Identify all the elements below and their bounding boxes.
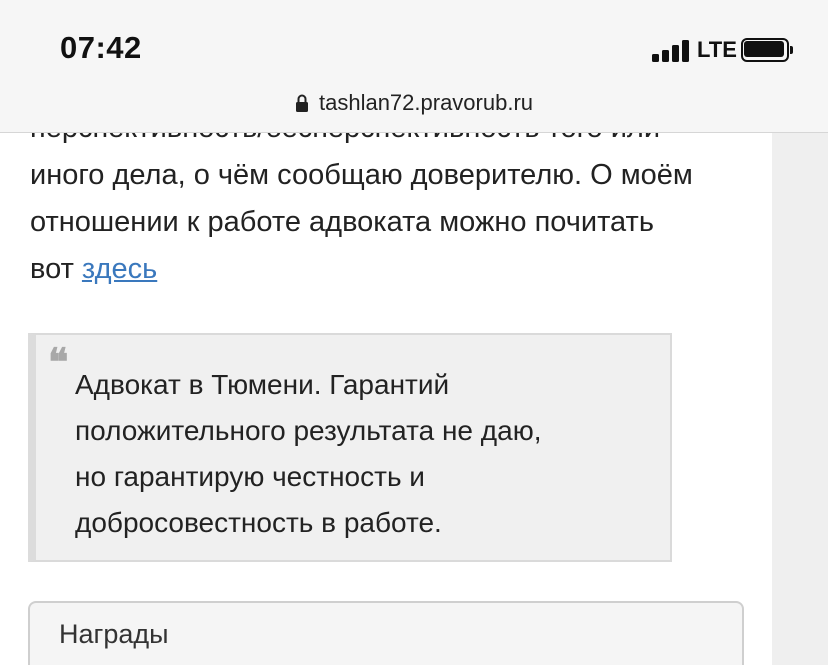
quote-line: добросовестность в работе. [75, 507, 442, 538]
status-time: 07:42 [60, 30, 142, 65]
url-text[interactable]: tashlan72.pravorub.ru [319, 90, 533, 116]
network-type: LTE [697, 37, 737, 62]
quote-line: Адвокат в Тюмени. Гарантий [75, 369, 450, 400]
awards-title: Награды [59, 619, 169, 649]
quote-block: ❝ Адвокат в Тюмени. Гарантий положительн… [28, 333, 672, 562]
article-line: иного дела, о чём сообщаю доверителю. О … [30, 159, 693, 191]
article-line-prefix: вот [30, 253, 82, 285]
awards-panel[interactable]: Награды [28, 601, 744, 665]
quote-line: но гарантирую честность и [75, 461, 425, 492]
article-paragraph: перспективность/бесперспективность того … [30, 133, 760, 293]
page-content: перспективность/бесперспективность того … [0, 133, 828, 665]
quote-line: положительного результата не даю, [75, 415, 542, 446]
address-bar[interactable]: tashlan72.pravorub.ru [0, 88, 828, 133]
here-link[interactable]: здесь [82, 253, 157, 285]
page-side-gutter [772, 133, 828, 665]
quote-icon: ❝ [48, 339, 69, 384]
lock-icon [295, 94, 308, 112]
status-bar: 07:42 LTE [0, 0, 828, 88]
quote-text: Адвокат в Тюмени. Гарантий положительног… [75, 362, 541, 546]
signal-icon [652, 38, 690, 62]
article-line-clipped: перспективность/бесперспективность того … [30, 133, 760, 152]
battery-icon [741, 38, 795, 62]
article-line: отношении к работе адвоката можно почита… [30, 206, 654, 238]
